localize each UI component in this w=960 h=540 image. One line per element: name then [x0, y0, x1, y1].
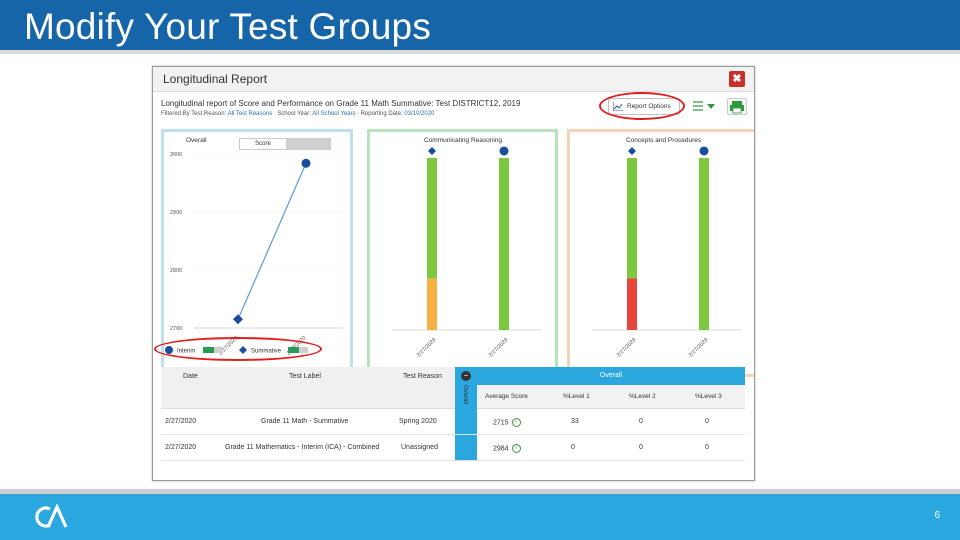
overall-group-header: Overall [477, 367, 745, 385]
cell-level-3: 0 [705, 444, 709, 451]
cell-level-2: 0 [639, 418, 643, 425]
longitudinal-report-window: Longitudinal Report ✖ Longitudinal repor… [152, 66, 755, 481]
cell-level-3: 0 [705, 418, 709, 425]
collapse-label: Overall [462, 385, 468, 405]
header-level-1: %Level 1 [563, 393, 590, 400]
slide: Modify Your Test Groups Longitudinal Rep… [0, 0, 960, 540]
table-row[interactable]: 2/27/2020 Grade 11 Math - Summative Spri… [161, 409, 745, 435]
interim-point [301, 158, 311, 168]
page-number: 6 [934, 510, 940, 521]
header-divider [0, 50, 960, 54]
y-tick-label: 2700 [170, 326, 182, 332]
filter-prefix: Filtered By Test Reason: [161, 111, 227, 117]
info-icon[interactable]: i [511, 444, 521, 453]
y-tick-label: 3000 [170, 152, 182, 158]
window-titlebar: Longitudinal Report ✖ [153, 67, 754, 92]
close-button[interactable]: ✖ [729, 71, 745, 87]
table-header: Date Test Label Test Reason [161, 367, 455, 409]
header-average-score: Average Score [485, 393, 528, 400]
interim-point [499, 146, 509, 156]
printer-icon [730, 101, 744, 114]
header-level-2: %Level 2 [629, 393, 656, 400]
california-logo [35, 504, 68, 528]
results-table: Date Test Label Test Reason − Overall Ov… [161, 367, 746, 463]
legend-highlight [154, 337, 322, 361]
concepts-bar-chart: 2/27/2020 2/27/2020 [592, 146, 742, 359]
slide-title: Modify Your Test Groups [24, 6, 432, 47]
communicating-bar-chart: 2/27/2020 2/27/2020 [392, 146, 542, 359]
slide-header: Modify Your Test Groups [0, 0, 960, 50]
info-icon[interactable]: i [511, 418, 521, 427]
x-tick-label: 2/27/2020 [688, 337, 710, 359]
bar-segment-lower [427, 278, 437, 330]
filter-settings-icon[interactable] [691, 98, 719, 115]
cell-date: 2/27/2020 [165, 444, 197, 451]
cell-date: 2/27/2020 [165, 418, 197, 425]
series-line [237, 163, 307, 320]
x-tick-label: 2/27/2020 [488, 337, 510, 359]
report-description: Longitudinal report of Score and Perform… [161, 99, 521, 108]
bar-segment-lower [627, 278, 637, 330]
cell-test-label: Grade 11 Math - Summative [261, 418, 349, 425]
filter-test-reason: All Test Reasons [227, 111, 273, 117]
header-test-reason: Test Reason [403, 373, 442, 380]
reporting-date-label: Reporting Date: [360, 111, 403, 117]
slide-footer: 6 [0, 494, 960, 540]
cell-average-score: 2715 i [493, 418, 521, 427]
score-value: 2715 [493, 419, 509, 427]
table-row[interactable]: 2/27/2020 Grade 11 Mathematics - Interim… [161, 435, 745, 461]
report-options-highlight [599, 92, 685, 120]
cell-average-score: 2984 i [493, 444, 521, 453]
score-value: 2984 [493, 445, 509, 453]
header-test-label: Test Label [289, 373, 321, 380]
filter-school-year: All School Years [312, 111, 356, 117]
window-title: Longitudinal Report [163, 72, 268, 86]
summative-point [233, 314, 243, 325]
communicating-reasoning-panel: Communicating Reasoning 2/27/2020 2/27/20… [367, 129, 558, 377]
bar-segment-upper [427, 158, 437, 279]
y-tick-label: 2800 [170, 268, 182, 274]
cell-level-1: 0 [571, 444, 575, 451]
concepts-procedures-panel: Concepts and Procedures 2/27/2020 2/27/20… [567, 129, 754, 377]
x-tick-label: 2/27/2020 [616, 337, 638, 359]
bar-segment [699, 158, 709, 330]
collapse-icon[interactable]: − [461, 371, 471, 381]
cell-test-reason: Spring 2020 [399, 418, 437, 425]
bar-segment [499, 158, 509, 330]
cell-level-1: 33 [571, 418, 579, 425]
x-tick-label: 2/27/2020 [416, 337, 438, 359]
cell-test-reason: Unassigned [401, 444, 438, 451]
filter-school-year-label: School Year: [277, 111, 311, 117]
cell-level-2: 0 [639, 444, 643, 451]
summative-point [628, 147, 636, 155]
y-tick-label: 2900 [170, 210, 182, 216]
interim-point [699, 146, 709, 156]
reporting-date: 03/10/2020 [404, 111, 435, 117]
cell-test-label: Grade 11 Mathematics - Interim (ICA) - C… [225, 444, 380, 451]
header-date: Date [183, 373, 198, 380]
header-level-3: %Level 3 [695, 393, 722, 400]
overall-sub-header: Average Score %Level 1 %Level 2 %Level 3 [477, 385, 745, 409]
print-button[interactable] [727, 98, 747, 115]
bar-segment-upper [627, 158, 637, 279]
filter-summary: Filtered By Test Reason: All Test Reason… [161, 111, 434, 117]
summative-point [428, 147, 436, 155]
